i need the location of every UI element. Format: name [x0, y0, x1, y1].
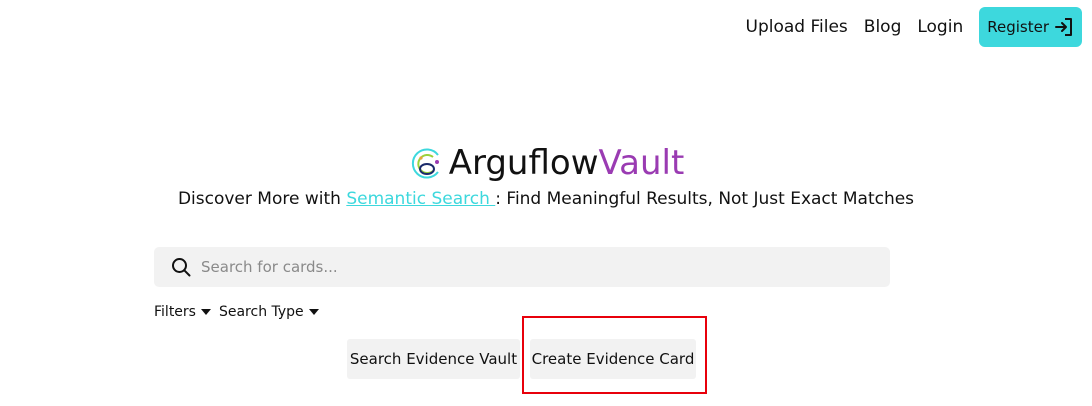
search-type-dropdown[interactable]: Search Type [219, 304, 319, 320]
page: Upload Files Blog Login Register Arguflo… [0, 0, 1092, 406]
login-arrow-icon [1055, 18, 1072, 36]
filters-label: Filters [154, 304, 196, 320]
search-input[interactable] [201, 258, 851, 276]
filters-dropdown[interactable]: Filters [154, 304, 211, 320]
search-evidence-vault-button[interactable]: Search Evidence Vault [347, 339, 520, 379]
caret-down-icon [200, 309, 211, 315]
caret-down-icon [308, 309, 319, 315]
brand-header: ArguflowVault [0, 143, 1092, 183]
blog-link[interactable]: Blog [864, 17, 902, 37]
tagline-suffix: : Find Meaningful Results, Not Just Exac… [495, 189, 915, 209]
tagline-prefix: Discover More with [177, 189, 347, 209]
brand-name-accent: Vault [598, 143, 685, 183]
highlight-box [522, 316, 707, 394]
brand-title: ArguflowVault [449, 143, 685, 183]
login-link[interactable]: Login [917, 17, 963, 37]
search-type-label: Search Type [218, 304, 304, 320]
arguflow-logo-icon [411, 148, 439, 179]
top-navigation: Upload Files Blog Login Register [746, 7, 1082, 47]
upload-files-link[interactable]: Upload Files [746, 17, 848, 37]
search-bar [154, 247, 890, 287]
semantic-search-link[interactable]: Semantic Search [346, 189, 495, 209]
brand-name-primary: Arguflow [448, 143, 599, 183]
tagline: Discover More with Semantic Search : Fin… [0, 189, 1092, 209]
register-label: Register [987, 18, 1049, 36]
register-button[interactable]: Register [979, 7, 1082, 47]
search-icon [172, 258, 191, 277]
filter-controls: Filters Search Type [154, 304, 327, 320]
